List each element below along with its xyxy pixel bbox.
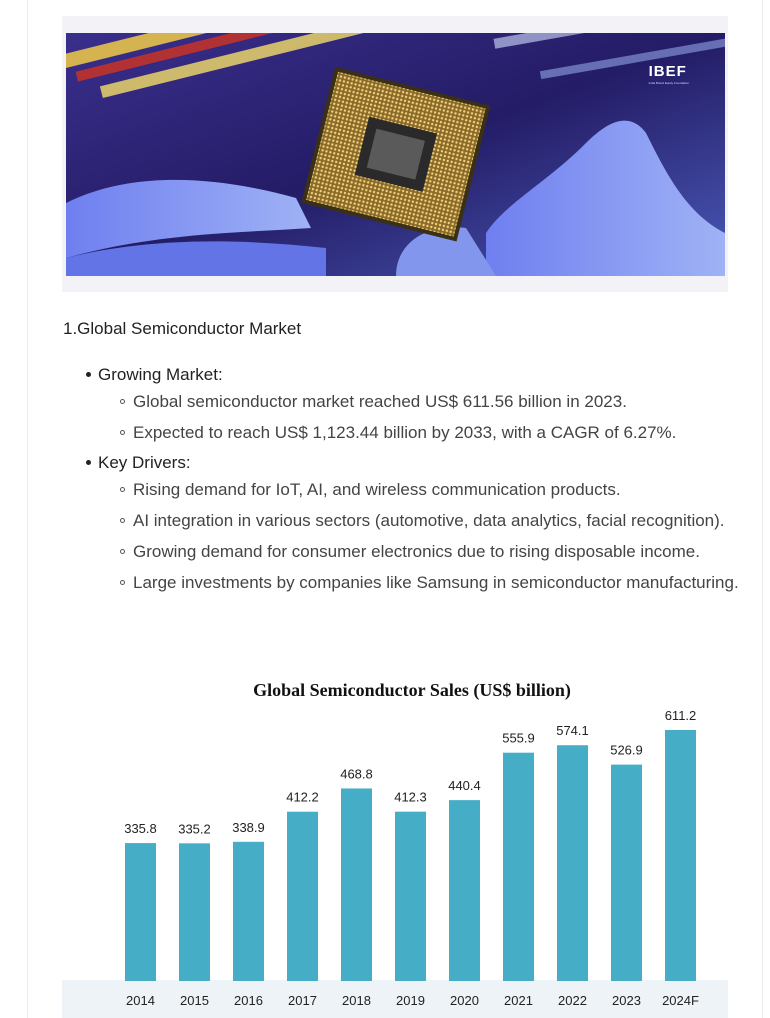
value-label-2018: 468.8 <box>340 766 373 781</box>
bullet-growing-market: Growing Market: Global semiconductor mar… <box>86 363 768 446</box>
sub-bullet-list: Global semiconductor market reached US$ … <box>98 389 768 446</box>
sales-chart-svg: Global Semiconductor Sales (US$ billion)… <box>62 680 728 1018</box>
bullet-label: Growing Market: <box>98 365 223 384</box>
bar-2022 <box>557 745 588 981</box>
category-label-2016: 2016 <box>234 993 263 1008</box>
value-label-2021: 555.9 <box>502 731 535 746</box>
category-label-2018: 2018 <box>342 993 371 1008</box>
bar-2018 <box>341 788 372 981</box>
bullet-label: Key Drivers: <box>98 453 191 472</box>
bar-2016 <box>233 841 264 981</box>
hero-image-semiconductor-chip: IBEF India Brand Equity Foundation <box>66 33 725 276</box>
value-label-2022: 574.1 <box>556 723 589 738</box>
section-title: 1.Global Semiconductor Market <box>63 319 302 338</box>
bullet-list: Growing Market: Global semiconductor mar… <box>70 363 768 601</box>
bar-2020 <box>449 800 480 981</box>
sub-bullet-item: AI integration in various sectors (autom… <box>120 508 768 534</box>
sub-bullet-item: Global semiconductor market reached US$ … <box>120 389 768 415</box>
category-label-2014: 2014 <box>126 993 155 1008</box>
sub-bullet-item: Rising demand for IoT, AI, and wireless … <box>120 477 768 503</box>
category-label-2017: 2017 <box>288 993 317 1008</box>
value-label-2017: 412.2 <box>286 790 319 805</box>
sub-bullet-item: Expected to reach US$ 1,123.44 billion b… <box>120 420 768 446</box>
category-label-2015: 2015 <box>180 993 209 1008</box>
value-label-2016: 338.9 <box>232 820 265 835</box>
bar-2023 <box>611 764 642 981</box>
bar-2015 <box>179 843 210 981</box>
bar-2021 <box>503 752 534 981</box>
ibef-logo: IBEF India Brand Equity Foundation <box>649 63 689 85</box>
bar-2014 <box>125 843 156 981</box>
sub-bullet-item: Large investments by companies like Sams… <box>120 570 768 596</box>
sales-chart: Global Semiconductor Sales (US$ billion)… <box>62 670 728 1018</box>
bar-2024F <box>665 729 696 981</box>
category-label-2023: 2023 <box>612 993 641 1008</box>
logo-text: IBEF <box>648 63 687 80</box>
category-label-2019: 2019 <box>396 993 425 1008</box>
value-label-2015: 335.2 <box>178 821 211 836</box>
category-label-2021: 2021 <box>504 993 533 1008</box>
value-label-2023: 526.9 <box>610 743 643 758</box>
sub-bullet-list: Rising demand for IoT, AI, and wireless … <box>98 477 768 596</box>
bar-2017 <box>287 811 318 981</box>
chip-illustration <box>66 33 725 276</box>
category-label-2024F: 2024F <box>662 993 699 1008</box>
value-label-2024F: 611.2 <box>665 708 697 723</box>
value-label-2014: 335.8 <box>124 821 157 836</box>
value-label-2019: 412.3 <box>394 790 427 805</box>
bullet-key-drivers: Key Drivers: Rising demand for IoT, AI, … <box>86 451 768 596</box>
logo-tagline: India Brand Equity Foundation <box>648 81 689 85</box>
bar-2019 <box>395 811 426 981</box>
category-label-2020: 2020 <box>450 993 479 1008</box>
value-label-2020: 440.4 <box>448 778 481 793</box>
chart-title: Global Semiconductor Sales (US$ billion) <box>253 680 571 701</box>
sub-bullet-item: Growing demand for consumer electronics … <box>120 539 768 565</box>
category-label-2022: 2022 <box>558 993 587 1008</box>
